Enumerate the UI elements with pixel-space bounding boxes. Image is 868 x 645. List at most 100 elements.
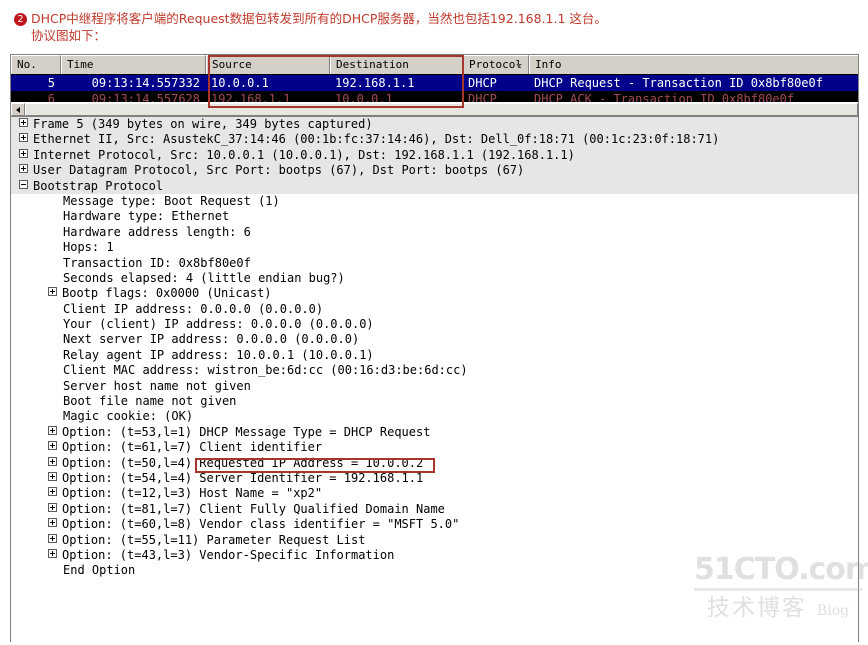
detail-tree-label: Relay agent IP address: 10.0.0.1 (10.0.0… (63, 347, 374, 362)
detail-tree-row[interactable]: Server host name not given (11, 379, 858, 394)
detail-tree-row[interactable]: Magic cookie: (OK) (11, 409, 858, 424)
packet-cell-time: 09:13:14.557332 (91, 76, 200, 90)
detail-tree-label: Client IP address: 0.0.0.0 (0.0.0.0) (63, 301, 324, 316)
detail-tree-row[interactable]: Option: (t=53,l=1) DHCP Message Type = D… (11, 425, 858, 440)
expand-icon[interactable] (48, 287, 57, 297)
detail-tree-row[interactable]: Boot file name not given (11, 394, 858, 409)
detail-tree-row[interactable]: Hops: 1 (11, 240, 858, 255)
detail-tree-row[interactable]: Bootp flags: 0x0000 (Unicast) (11, 286, 858, 301)
detail-tree-row[interactable]: Transaction ID: 0x8bf80e0f (11, 256, 858, 271)
packet-list-header: No. Time Source Destination Protocol Info (11, 55, 858, 75)
detail-tree-row[interactable]: Ethernet II, Src: AsustekC_37:14:46 (00:… (11, 132, 858, 148)
collapse-icon[interactable] (19, 179, 28, 189)
column-header-label: Info (535, 58, 562, 71)
watermark-subtitle-cn: 技术博客 (706, 595, 807, 621)
detail-tree-row[interactable]: Next server IP address: 0.0.0.0 (0.0.0.0… (11, 332, 858, 347)
detail-tree-label: Option: (t=55,l=11) Parameter Request Li… (62, 532, 366, 547)
detail-tree-label: Client MAC address: wistron_be:6d:cc (00… (63, 363, 468, 378)
detail-tree-row[interactable]: Relay agent IP address: 10.0.0.1 (10.0.0… (11, 348, 858, 363)
detail-tree-label: Option: (t=50,l=4) Requested IP Address … (62, 455, 424, 470)
detail-tree-row[interactable]: Option: (t=12,l=3) Host Name = "xp2" (11, 486, 858, 501)
watermark-blog-label: Blog (816, 603, 850, 619)
detail-tree-row[interactable]: Internet Protocol, Src: 10.0.0.1 (10.0.0… (11, 147, 858, 164)
column-header-proto[interactable]: Protocol (463, 55, 529, 74)
detail-tree-label: Hardware address length: 6 (63, 224, 251, 239)
expand-icon[interactable] (48, 548, 57, 558)
expand-icon[interactable] (48, 502, 57, 512)
detail-tree-row[interactable]: Client IP address: 0.0.0.0 (0.0.0.0) (11, 302, 858, 317)
packet-cell-no: 5 (47, 76, 55, 90)
scroll-left-arrow-icon[interactable] (11, 103, 25, 116)
detail-tree-label: Option: (t=43,l=3) Vendor-Specific Infor… (62, 547, 395, 562)
expand-icon[interactable] (48, 518, 57, 528)
detail-tree-label: Ethernet II, Src: AsustekC_37:14:46 (00:… (33, 132, 720, 147)
column-header-label: Destination (336, 58, 409, 71)
detail-tree-row[interactable]: Frame 5 (349 bytes on wire, 349 bytes ca… (11, 117, 858, 133)
detail-tree-row[interactable]: User Datagram Protocol, Src Port: bootps… (11, 163, 858, 179)
annotation-note: 2 DHCP中继程序将客户端的Request数据包转发到所有的DHCP服务器，当然… (0, 0, 868, 44)
detail-tree-label: Option: (t=61,l=7) Client identifier (62, 440, 323, 455)
expand-icon[interactable] (48, 471, 57, 481)
detail-tree-row[interactable]: Option: (t=61,l=7) Client identifier (11, 440, 858, 455)
detail-tree-row[interactable]: Option: (t=50,l=4) Requested IP Address … (11, 455, 858, 473)
detail-tree-label: Option: (t=54,l=4) Server Identifier = 1… (62, 470, 424, 485)
column-header-label: Source (212, 58, 252, 71)
detail-tree-label: Frame 5 (349 bytes on wire, 349 bytes ca… (33, 117, 373, 131)
detail-tree-row[interactable]: Message type: Boot Request (1) (11, 194, 858, 209)
detail-tree-row[interactable]: Option: (t=60,l=8) Vendor class identifi… (11, 517, 858, 532)
detail-tree-label: User Datagram Protocol, Src Port: bootps… (33, 163, 525, 178)
detail-tree-row[interactable]: Option: (t=81,l=7) Client Fully Qualifie… (11, 502, 858, 517)
annotation-line-1: DHCP中继程序将客户端的Request数据包转发到所有的DHCP服务器，当然也… (31, 11, 607, 26)
column-header-info[interactable]: Info (529, 55, 858, 74)
scroll-track[interactable] (25, 103, 858, 116)
detail-tree-label: Option: (t=81,l=7) Client Fully Qualifie… (62, 501, 445, 516)
column-header-src[interactable]: Source (206, 55, 330, 74)
detail-tree-row[interactable]: Your (client) IP address: 0.0.0.0 (0.0.0… (11, 317, 858, 332)
expand-icon[interactable] (19, 148, 28, 158)
watermark: 51CTO.com 技术博客 Blog (694, 553, 868, 639)
sort-indicator-icon (516, 64, 522, 67)
expand-icon[interactable] (19, 164, 28, 174)
expand-icon[interactable] (19, 118, 28, 127)
detail-tree-label: Hops: 1 (63, 240, 114, 255)
detail-tree-label: Bootstrap Protocol (33, 178, 164, 193)
detail-tree-row[interactable]: Option: (t=55,l=11) Parameter Request Li… (11, 533, 858, 548)
expand-icon[interactable] (48, 533, 57, 543)
expand-icon[interactable] (48, 456, 57, 466)
expand-icon[interactable] (48, 441, 57, 451)
column-header-dst[interactable]: Destination (330, 55, 463, 74)
column-header-no[interactable]: No. (11, 55, 61, 74)
detail-tree-label: Seconds elapsed: 4 (little endian bug?) (63, 270, 345, 285)
detail-tree-label: Boot file name not given (63, 394, 237, 409)
packet-list-pane[interactable]: No. Time Source Destination Protocol Info 5 09… (11, 55, 858, 117)
packet-list-horizontal-scrollbar[interactable] (11, 102, 858, 116)
column-header-label: No. (17, 58, 37, 71)
column-header-time[interactable]: Time (61, 55, 206, 74)
bullet-number-icon: 2 (14, 13, 27, 26)
detail-tree-row[interactable]: Option: (t=54,l=4) Server Identifier = 1… (11, 471, 858, 486)
detail-tree-label: Transaction ID: 0x8bf80e0f (63, 255, 251, 270)
detail-tree-label: Option: (t=60,l=8) Vendor class identifi… (62, 517, 460, 532)
detail-tree-label: Bootp flags: 0x0000 (Unicast) (62, 286, 272, 301)
column-header-label: Protocol (469, 58, 522, 71)
detail-tree-label: Hardware type: Ethernet (63, 209, 230, 224)
packet-cell-dst: 192.168.1.1 (335, 76, 415, 90)
detail-tree-label: Option: (t=12,l=3) Host Name = "xp2" (62, 486, 323, 501)
detail-tree-label: Your (client) IP address: 0.0.0.0 (0.0.0… (63, 317, 374, 332)
detail-tree-row[interactable]: Bootstrap Protocol (11, 178, 858, 194)
detail-tree-label: Message type: Boot Request (1) (63, 193, 280, 208)
annotation-line-2: 协议图如下： (31, 28, 107, 43)
expand-icon[interactable] (48, 425, 57, 435)
detail-tree-row[interactable]: Seconds elapsed: 4 (little endian bug?) (11, 271, 858, 286)
detail-tree-row[interactable]: Hardware type: Ethernet (11, 209, 858, 224)
packet-row[interactable]: 5 09:13:14.557332 10.0.0.1 192.168.1.1 DHCP D… (11, 75, 858, 91)
detail-tree-row[interactable]: Hardware address length: 6 (11, 225, 858, 240)
watermark-site: 51CTO.com (694, 553, 868, 591)
detail-tree-label: Magic cookie: (OK) (63, 409, 194, 424)
packet-cell-proto: DHCP (468, 76, 497, 90)
detail-tree-label: End Option (63, 563, 136, 578)
detail-tree-row[interactable]: Client MAC address: wistron_be:6d:cc (00… (11, 363, 858, 378)
expand-icon[interactable] (48, 487, 57, 497)
expand-icon[interactable] (19, 133, 28, 143)
packet-cell-info: DHCP Request - Transaction ID 0x8bf80e0f (534, 76, 823, 90)
